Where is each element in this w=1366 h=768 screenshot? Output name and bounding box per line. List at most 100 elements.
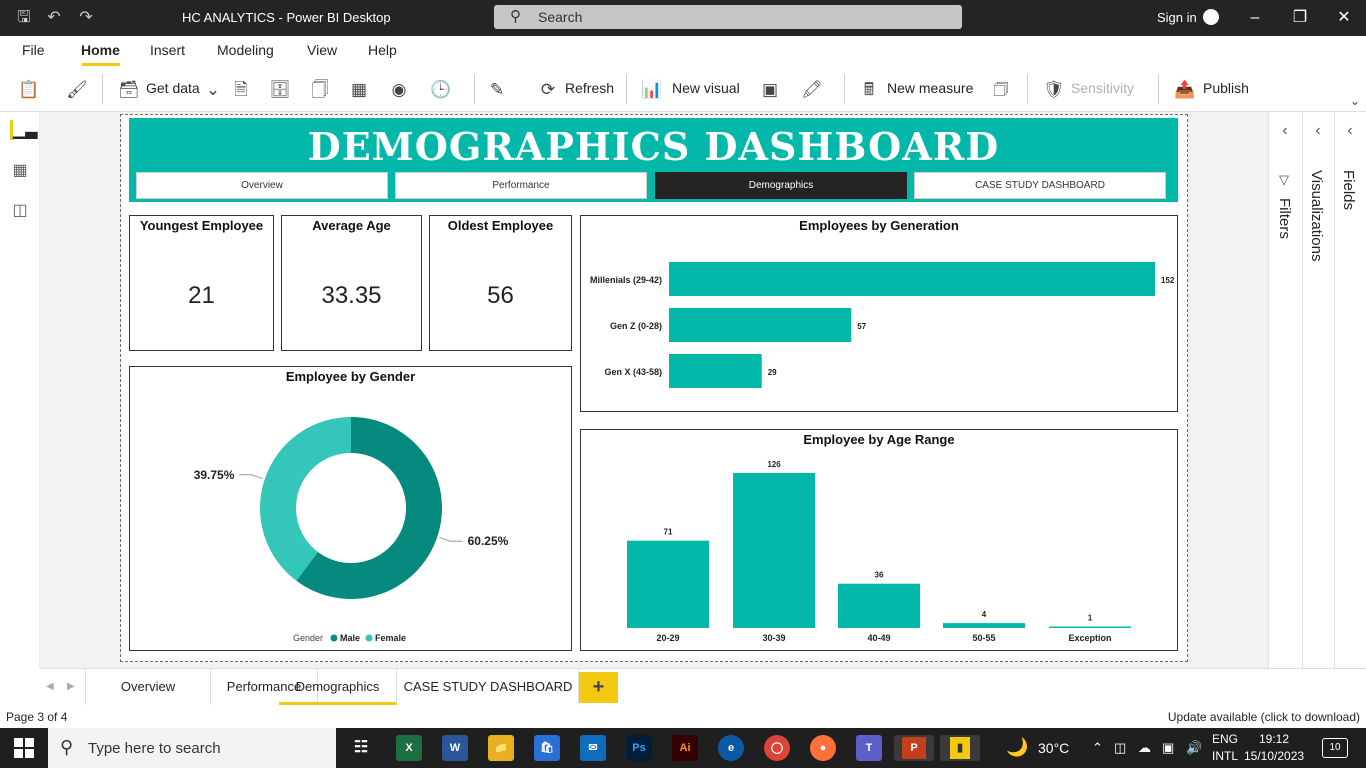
weather-moon-icon[interactable]: 🌙 bbox=[1006, 737, 1028, 758]
report-view-icon[interactable]: ▁▃ bbox=[10, 120, 38, 140]
illustrator-app-icon[interactable]: Ai bbox=[672, 735, 698, 761]
chevron-down-icon[interactable]: ⌄ bbox=[202, 79, 224, 101]
chevron-up-icon[interactable]: ⌃ bbox=[1092, 740, 1103, 756]
close-button[interactable]: ✕ bbox=[1329, 6, 1359, 30]
fields-pane[interactable]: ‹ Fields bbox=[1334, 112, 1366, 668]
fields-label[interactable]: Fields bbox=[1340, 170, 1357, 210]
dataset-icon[interactable]: 🗄 bbox=[269, 79, 291, 101]
nav-case-study-button[interactable]: CASE STUDY DASHBOARD bbox=[914, 172, 1166, 199]
tab-overview[interactable]: Overview bbox=[85, 669, 211, 705]
text-box-icon[interactable]: ▣ bbox=[759, 79, 781, 101]
add-page-button[interactable]: + bbox=[579, 672, 618, 703]
sign-in-link[interactable]: Sign in bbox=[1157, 10, 1197, 25]
minimize-button[interactable]: – bbox=[1240, 6, 1270, 30]
datamart-icon[interactable]: 🗍 bbox=[309, 79, 331, 101]
excel-app-icon[interactable]: X bbox=[396, 735, 422, 761]
redo-icon[interactable]: ↷ bbox=[76, 8, 96, 28]
age-range-chart-panel[interactable]: Employee by Age Range 71 20-29 126 30-39 36 4… bbox=[580, 429, 1178, 651]
menu-home[interactable]: Home bbox=[81, 42, 120, 58]
transform-data-icon[interactable]: ✎ bbox=[486, 79, 508, 101]
avatar[interactable] bbox=[1203, 9, 1219, 25]
filters-label[interactable]: Filters bbox=[1276, 198, 1293, 239]
chrome-app-icon[interactable]: ◯ bbox=[764, 735, 790, 761]
menu-help[interactable]: Help bbox=[368, 42, 397, 58]
tab-demographics[interactable]: Demographics bbox=[279, 669, 397, 705]
keyboard-layout: INTL bbox=[1212, 749, 1239, 763]
save-icon[interactable]: 🖫 bbox=[14, 8, 34, 28]
photoshop-app-icon[interactable]: Ps bbox=[626, 735, 652, 761]
table-icon[interactable]: ▦ bbox=[348, 79, 370, 101]
menu-view[interactable]: View bbox=[307, 42, 337, 58]
bar bbox=[669, 262, 1155, 296]
paste-icon[interactable]: 📋 bbox=[18, 79, 40, 101]
collapse-ribbon-icon[interactable]: ⌄ bbox=[1344, 90, 1366, 112]
nav-demographics-button[interactable]: Demographics bbox=[655, 172, 907, 199]
new-measure-button[interactable]: New measure bbox=[887, 80, 973, 96]
format-painter-icon[interactable]: 🖌 bbox=[66, 79, 88, 101]
menu-modeling[interactable]: Modeling bbox=[217, 42, 274, 58]
menu-file[interactable]: File bbox=[22, 42, 45, 58]
youngest-employee-card[interactable]: Youngest Employee 21 bbox=[129, 215, 274, 351]
quick-measure-icon[interactable]: 🗇 bbox=[990, 79, 1012, 101]
task-view-icon[interactable]: ☷ bbox=[348, 735, 374, 761]
data-label: 152 bbox=[1161, 276, 1175, 285]
excel-icon[interactable]: 🗎 bbox=[230, 79, 252, 101]
average-age-card[interactable]: Average Age 33.35 bbox=[281, 215, 422, 351]
clock[interactable]: 19:12 15/10/2023 bbox=[1244, 731, 1304, 765]
oldest-employee-card[interactable]: Oldest Employee 56 bbox=[429, 215, 572, 351]
powerbi-app-icon[interactable]: ▮ bbox=[940, 735, 980, 761]
tab-case-study[interactable]: CASE STUDY DASHBOARD bbox=[398, 669, 579, 705]
temperature[interactable]: 30°C bbox=[1038, 740, 1069, 756]
language-indicator[interactable]: ENG INTL bbox=[1212, 731, 1238, 765]
mail-app-icon[interactable]: ✉ bbox=[580, 735, 606, 761]
teams-app-icon[interactable]: T bbox=[856, 735, 882, 761]
get-data-button[interactable]: Get data bbox=[146, 80, 200, 96]
ribbon-separator bbox=[1158, 74, 1159, 104]
cloud-icon[interactable]: ☁ bbox=[1138, 740, 1151, 756]
publish-button[interactable]: Publish bbox=[1203, 80, 1249, 96]
clock-time: 19:12 bbox=[1258, 732, 1290, 746]
battery-icon[interactable]: ◫ bbox=[1114, 740, 1126, 756]
generation-chart-panel[interactable]: Employees by Generation Millenials (29-4… bbox=[580, 215, 1178, 412]
visualizations-pane[interactable]: ‹ Visualizations bbox=[1302, 112, 1334, 668]
menu-insert[interactable]: Insert bbox=[150, 42, 185, 58]
refresh-button[interactable]: Refresh bbox=[565, 80, 614, 96]
recent-sources-icon[interactable]: ◉ bbox=[388, 79, 410, 101]
file-explorer-icon[interactable]: 📁 bbox=[488, 735, 514, 761]
chevron-left-icon[interactable]: ‹ bbox=[1310, 122, 1326, 140]
card-value: 33.35 bbox=[321, 282, 382, 309]
filters-pane[interactable]: ‹ ▽ Filters bbox=[1268, 112, 1302, 668]
notification-center-icon[interactable]: 10 bbox=[1322, 738, 1348, 758]
windows-start-icon[interactable] bbox=[14, 738, 34, 758]
transform-icon[interactable]: 🕒 bbox=[430, 79, 452, 101]
scroll-left-icon[interactable]: ◀ bbox=[46, 681, 54, 692]
sensitivity-button[interactable]: Sensitivity bbox=[1071, 80, 1134, 96]
network-icon[interactable]: ▣ bbox=[1162, 740, 1174, 756]
update-link[interactable]: Update available (click to download) bbox=[1168, 710, 1360, 724]
nav-performance-button[interactable]: Performance bbox=[395, 172, 647, 199]
taskbar-search[interactable]: ⚲ Type here to search bbox=[48, 728, 336, 768]
restore-button[interactable]: ❐ bbox=[1285, 6, 1315, 30]
chevron-left-icon[interactable]: ‹ bbox=[1277, 122, 1293, 140]
gender-chart-panel[interactable]: Employee by Gender 60.25% 39.75% Gender Mal… bbox=[129, 366, 572, 651]
model-view-icon[interactable]: ◫ bbox=[10, 200, 30, 220]
new-visual-button[interactable]: New visual bbox=[672, 80, 740, 96]
nav-overview-button[interactable]: Overview bbox=[136, 172, 388, 199]
visualizations-label[interactable]: Visualizations bbox=[1308, 170, 1325, 261]
more-visuals-icon[interactable]: 🖍 bbox=[801, 79, 823, 101]
word-app-icon[interactable]: W bbox=[442, 735, 468, 761]
card-title: Average Age bbox=[312, 218, 391, 233]
firefox-app-icon[interactable]: ● bbox=[810, 735, 836, 761]
undo-icon[interactable]: ↶ bbox=[44, 8, 64, 28]
card-title: Youngest Employee bbox=[139, 218, 264, 233]
scroll-right-icon[interactable]: ▶ bbox=[67, 681, 75, 692]
edge-app-icon[interactable]: e bbox=[718, 735, 744, 761]
powerpoint-app-icon[interactable]: P bbox=[894, 735, 934, 761]
volume-icon[interactable]: 🔊 bbox=[1186, 740, 1202, 756]
legend-marker bbox=[330, 634, 338, 642]
search-box[interactable]: ⚲ Search bbox=[494, 5, 962, 29]
database-icon: 🗃 bbox=[118, 80, 140, 99]
data-view-icon[interactable]: ▦ bbox=[10, 160, 30, 180]
chevron-left-icon[interactable]: ‹ bbox=[1342, 122, 1358, 140]
store-app-icon[interactable]: 🛍 bbox=[534, 735, 560, 761]
